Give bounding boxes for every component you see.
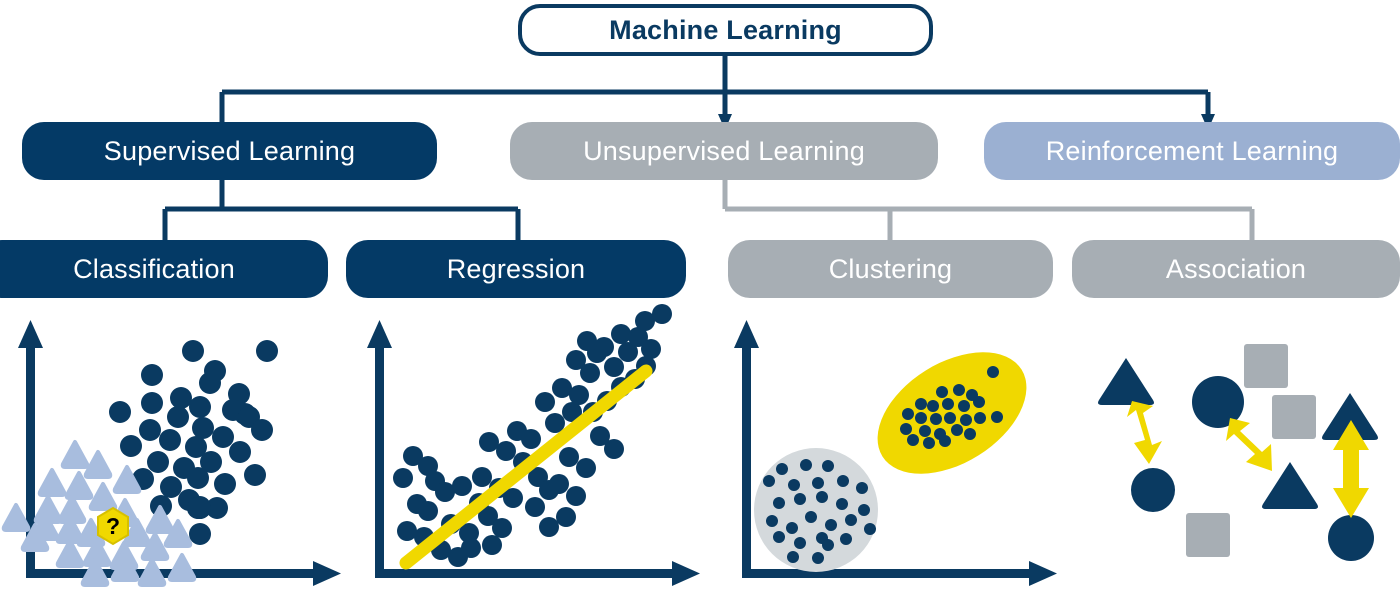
node-label: Clustering [828,253,953,284]
node-unsupervised-learning[interactable]: Unsupervised Learning [510,122,938,180]
x-axis-line [375,569,681,578]
y-axis-line [26,340,35,578]
classification-plot: ? [1,320,341,587]
x-axis-arrowhead [672,561,700,586]
association-arrows [1127,401,1369,518]
node-label: Regression [446,253,586,284]
x-axis-line [742,569,1038,578]
node-label: Supervised Learning [103,135,356,166]
root-connectors [219,55,1211,122]
hexagon-marker [97,506,129,546]
node-supervised-learning[interactable]: Supervised Learning [22,122,437,180]
regression-plot [367,304,700,586]
x-axis-line [26,569,322,578]
node-classification[interactable]: Classification [0,240,328,298]
node-label: Classification [73,253,235,284]
node-label: Unsupervised Learning [583,135,865,166]
cluster-hull-gray [754,448,878,572]
node-label: Association [1165,253,1307,284]
classification-axes [18,320,341,586]
clustering-axes [734,320,1057,586]
classification-class-b-triangles [1,440,197,587]
node-regression[interactable]: Regression [346,240,686,298]
cluster-1-dots [763,459,876,564]
x-axis-arrowhead [313,561,341,586]
y-axis-line [742,340,751,578]
unsupervised-connectors [722,180,1255,240]
classification-unknown-sample[interactable]: ? [97,506,129,546]
y-axis-arrowhead [734,320,759,348]
unknown-label: ? [106,513,120,539]
association-triangles [1098,358,1378,509]
cluster-2-dots [900,366,1003,449]
connector-lines [162,55,1255,240]
cluster-hull-yellow [877,352,1027,474]
diagram-canvas: Machine Learning Supervised Learning Uns… [0,0,1400,600]
x-axis-arrowhead [1029,561,1057,586]
regression-axes [367,320,700,586]
association-circles [1131,376,1374,561]
node-machine-learning[interactable]: Machine Learning [518,4,933,56]
illustration-layer: ? [1,304,1378,587]
node-label: Machine Learning [609,14,842,45]
association-squares [1186,344,1316,557]
supervised-connectors [162,180,521,240]
node-label: Reinforcement Learning [1045,135,1339,166]
y-axis-line [375,340,384,578]
regression-fit-line [399,364,653,570]
association-plot [1098,344,1378,561]
regression-points [393,304,672,567]
clustering-plot [734,320,1057,586]
classification-class-a-circles [109,340,278,545]
node-association[interactable]: Association [1072,240,1400,298]
y-axis-arrowhead [18,320,43,348]
node-reinforcement-learning[interactable]: Reinforcement Learning [984,122,1400,180]
node-clustering[interactable]: Clustering [728,240,1053,298]
y-axis-arrowhead [367,320,392,348]
